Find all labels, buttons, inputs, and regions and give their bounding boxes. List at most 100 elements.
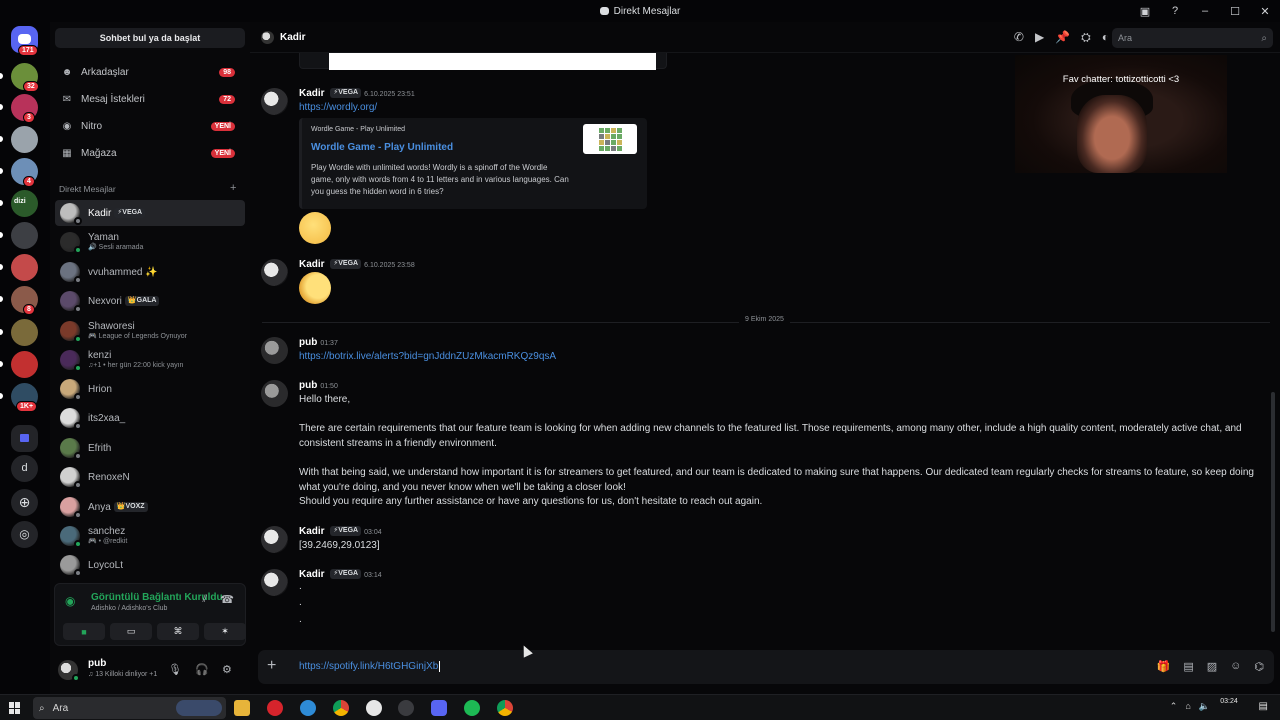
embed-title[interactable]: Wordle Game - Play Unlimited [311,142,453,153]
channel-name[interactable]: Kadir [280,32,306,43]
server-d[interactable]: d [11,455,38,482]
embed-thumbnail[interactable] [583,124,637,154]
dm-item[interactable]: kenzi ♫+1 • her gün 22:00 kick yayın [55,347,245,373]
help-icon[interactable]: ? [1160,5,1190,17]
dm-item[interactable]: RenoxeN [55,464,245,490]
dm-item[interactable]: Shaworesi 🎮 League of Legends Oynuyor [55,318,245,344]
dm-item[interactable]: Anya 👑VOXZ [55,494,245,520]
author-avatar[interactable] [261,337,288,364]
dm-item[interactable]: Kadir ⚡VEGA [55,200,245,226]
inbox-icon[interactable]: ▣ [1130,5,1160,18]
image-attachment[interactable] [329,53,656,70]
server-icon[interactable] [11,254,38,281]
server-icon[interactable] [11,319,38,346]
server-icon[interactable]: 4 [11,158,38,187]
search-input[interactable]: Ara ⌕ [1112,28,1273,48]
app-icon[interactable] [398,700,414,716]
nav-item[interactable]: ▦ Mağaza YENİ [55,141,245,165]
server-icon[interactable] [11,351,38,378]
dm-item[interactable]: Hrion [55,376,245,402]
maximize-button[interactable]: ☐ [1220,5,1250,18]
profile-icon[interactable]: ◐ [1102,30,1109,45]
server-icon[interactable]: 32 [11,63,39,92]
sticker-icon[interactable]: ▨ [1207,660,1217,673]
settings-icon[interactable]: ⚙ [222,663,232,676]
message-link[interactable]: https://botrix.live/alerts?bid=gnJddnZUz… [299,350,1259,365]
disconnect-icon[interactable]: ☎ [220,593,234,606]
server-icon[interactable] [11,126,38,153]
noise-suppression-icon[interactable]: ⫽ [203,594,207,605]
discord-taskbar-icon[interactable] [431,700,447,716]
author-name[interactable]: pub [299,380,317,391]
author-avatar[interactable] [261,569,288,596]
activity-button[interactable]: ⌘ [157,623,199,640]
mic-icon[interactable]: 🎙 [168,663,182,676]
nav-item[interactable]: ◉ Nitro YENİ [55,114,245,138]
home-button[interactable]: 171 [11,26,38,56]
chrome-icon[interactable] [497,700,513,716]
headphones-icon[interactable]: 🎧 [195,663,209,676]
server-icon[interactable]: 3 [11,94,38,123]
add-dm-icon[interactable]: + [230,182,236,194]
opera-icon[interactable] [267,700,283,716]
server-icon[interactable] [11,222,38,249]
video-call-icon[interactable]: ▶ [1035,30,1044,45]
dm-item[interactable]: sanchez 🎮 • @redkit [55,523,245,549]
server-icon[interactable]: 8 [11,286,38,315]
spotify-icon[interactable] [464,700,480,716]
dm-item[interactable]: LoycoLt [55,552,245,578]
network-icon[interactable]: ⌂ [1185,701,1190,712]
author-avatar[interactable] [261,259,288,286]
close-button[interactable]: ✕ [1250,5,1280,18]
windows-start-icon[interactable] [9,702,21,714]
dm-item[interactable]: vvuhammed ✨ [55,259,245,285]
pin-icon[interactable]: 📌 [1055,30,1070,45]
folder-button[interactable] [11,425,38,452]
author-name[interactable]: Kadir [299,88,325,99]
minimize-button[interactable]: – [1190,5,1220,17]
author-avatar[interactable] [261,526,288,553]
volume-icon[interactable]: 🔈 [1199,701,1210,712]
obs-icon[interactable] [366,700,382,716]
author-avatar[interactable] [261,380,288,407]
chrome-icon[interactable] [333,700,349,716]
dm-item[interactable]: Nexvori 👑GALA [55,288,245,314]
message-text: . [299,581,302,592]
message-input[interactable]: + https://spotify.link/H6tGHGinjXb 🎁 ▤ ▨… [258,650,1274,684]
chat-scrollbar[interactable] [1271,392,1275,632]
voice-call-icon[interactable]: ✆ [1014,30,1024,45]
add-friends-icon[interactable]: ⛭ [1081,30,1091,45]
soundboard-button[interactable]: ✶ [204,623,246,640]
server-icon[interactable]: 1K+ [11,383,38,412]
nav-item[interactable]: ✉ Mesaj İstekleri 72 [55,87,245,111]
author-name[interactable]: Kadir [299,569,325,580]
timestamp: 01:37 [320,340,338,347]
author-name[interactable]: Kadir [299,259,325,270]
dm-item[interactable]: its2xaa_ [55,405,245,431]
apps-icon[interactable]: ⌬ [1254,660,1264,673]
add-server-button[interactable]: ⊕ [11,489,38,516]
camera-button[interactable]: ■ [63,623,105,640]
avatar[interactable] [58,660,80,682]
find-conversation-button[interactable]: Sohbet bul ya da başlat [55,28,245,48]
file-explorer-icon[interactable] [234,700,250,716]
chevron-up-icon[interactable]: ⌃ [1170,701,1178,712]
author-name[interactable]: Kadir [299,526,325,537]
notification-icon[interactable]: ▤ [1259,701,1268,712]
message-input-value[interactable]: https://spotify.link/H6tGHGinjXb [299,661,441,672]
gift-icon[interactable]: 🎁 [1157,660,1171,673]
taskbar-clock[interactable]: 03:24 [1212,697,1246,707]
nav-item[interactable]: ☻ Arkadaşlar 98 [55,60,245,84]
server-icon[interactable]: dizi [11,190,38,217]
discover-icon[interactable]: ◎ [11,521,38,548]
screen-share-button[interactable]: ▭ [110,623,152,640]
username[interactable]: pub [88,658,106,669]
gif-icon[interactable]: ▤ [1183,660,1193,673]
author-name[interactable]: pub [299,337,317,348]
dm-item[interactable]: Yaman 🔊 Sesli aramada [55,229,245,255]
author-avatar[interactable] [261,88,288,115]
dm-item[interactable]: Efrith [55,435,245,461]
attach-icon[interactable]: + [267,657,276,675]
emoji-icon[interactable]: ☺ [1230,660,1241,673]
edge-icon[interactable] [300,700,316,716]
